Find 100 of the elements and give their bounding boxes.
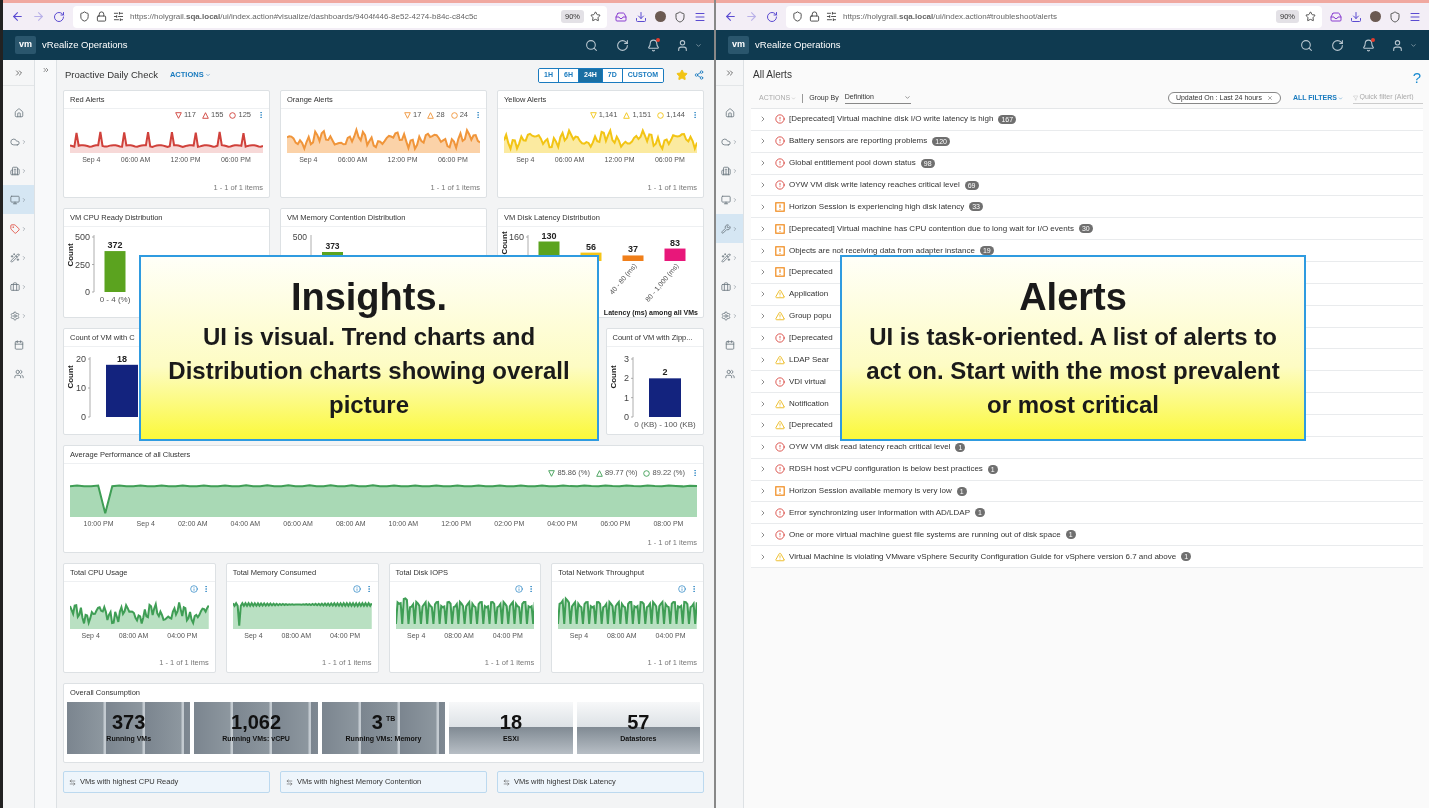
expand-chevron-icon[interactable] [759, 137, 767, 146]
more-options-icon[interactable] [691, 469, 699, 477]
menu-icon[interactable] [1409, 10, 1421, 23]
forward-icon[interactable] [32, 10, 45, 23]
expand-chevron-icon[interactable] [759, 312, 767, 321]
bookmark-star-icon[interactable] [590, 11, 601, 22]
permissions-icon [113, 11, 124, 22]
expand-chevron-icon[interactable] [759, 552, 767, 561]
caret-icon[interactable] [1410, 41, 1417, 49]
refresh-icon[interactable] [1331, 38, 1344, 52]
expand-chevron-icon[interactable] [759, 268, 767, 277]
bookmark-star-icon[interactable] [1305, 11, 1316, 22]
download-icon[interactable] [1350, 10, 1362, 23]
inbox-icon[interactable] [615, 10, 627, 23]
expand-chevron-icon[interactable] [759, 421, 767, 430]
expand-icon[interactable] [13, 67, 24, 78]
remove-icon[interactable] [1266, 95, 1273, 101]
expand-icon[interactable] [41, 66, 50, 74]
logo[interactable]: vm [15, 36, 36, 54]
axis-tick-label: 250 [74, 259, 90, 270]
bell-icon[interactable] [1362, 38, 1375, 52]
callout-text: UI is visual. Trend charts and Distribution charts showing overall picture [167, 322, 571, 420]
expand-chevron-icon[interactable] [759, 465, 767, 474]
expand-chevron-icon[interactable] [759, 399, 767, 408]
critical-alert-icon [775, 136, 785, 147]
immediate-alert-icon [775, 201, 785, 212]
avatar-icon[interactable] [655, 11, 666, 22]
avatar-icon[interactable] [1370, 11, 1381, 22]
max-marker-icon [623, 111, 631, 119]
search-icon[interactable] [585, 38, 598, 52]
extension-icon[interactable] [674, 10, 686, 23]
more-options-icon[interactable] [257, 111, 265, 119]
bar-value-label: 372 [107, 240, 123, 251]
expand-chevron-icon[interactable] [759, 508, 767, 517]
share-icon[interactable] [694, 70, 704, 80]
chevron-icon [21, 225, 27, 232]
nav-item[interactable] [716, 214, 743, 243]
info-icon[interactable] [678, 585, 686, 593]
critical-alert-icon [775, 529, 785, 540]
max-marker-icon [427, 111, 435, 119]
expand-chevron-icon[interactable] [759, 224, 767, 233]
url-text: https://holygrail.sqa.local/ui/index.action#visualize/dashboards/9404f446-8e52-4274-b84c-c84c5c [130, 10, 479, 23]
favorite-star-icon[interactable] [676, 69, 688, 81]
back-icon[interactable] [11, 10, 24, 23]
alert-title: [Deprecated] Virtual machine disk I/O write latency is high [789, 113, 994, 126]
min-marker-icon [175, 111, 182, 119]
expand-chevron-icon[interactable] [759, 290, 767, 299]
info-icon[interactable] [352, 585, 361, 593]
user-icon[interactable] [1391, 38, 1404, 52]
user-icon[interactable] [676, 38, 689, 52]
critical-alert-icon [775, 180, 785, 190]
forward-icon[interactable] [745, 10, 758, 23]
expand-chevron-icon[interactable] [759, 487, 767, 496]
warning-alert-icon [775, 289, 785, 300]
nav-item[interactable] [3, 185, 34, 214]
min-marker-icon [548, 469, 556, 477]
bar[interactable] [648, 378, 681, 417]
info-icon[interactable] [515, 585, 524, 593]
back-icon[interactable] [724, 10, 737, 23]
bell-icon[interactable] [647, 38, 660, 52]
expand-chevron-icon[interactable] [759, 530, 767, 539]
immediate-alert-icon [775, 245, 785, 256]
caret-icon [791, 95, 797, 101]
menu-icon[interactable] [694, 10, 706, 23]
expand-chevron-icon[interactable] [759, 181, 767, 189]
more-options-icon[interactable] [474, 111, 482, 119]
reload-icon[interactable] [766, 10, 778, 23]
inbox-icon[interactable] [1330, 10, 1342, 23]
chevron-icon [732, 196, 738, 203]
reload-icon[interactable] [53, 10, 65, 23]
alert-title: Application [789, 288, 829, 301]
search-icon[interactable] [1300, 38, 1313, 52]
expand-chevron-icon[interactable] [759, 334, 767, 342]
info-icon[interactable] [189, 585, 198, 593]
chevron-icon [732, 312, 738, 319]
stat-value: 1,062 [231, 711, 282, 732]
expand-chevron-icon[interactable] [759, 246, 767, 255]
help-link[interactable]: ? [1412, 66, 1421, 90]
alert-title: Horizon Session is experiencing high disk latency [789, 200, 965, 213]
expand-chevron-icon[interactable] [759, 115, 767, 124]
extension-icon[interactable] [1389, 10, 1401, 23]
alert-title: Error synchronizing user information with AD/LDAP [789, 506, 970, 519]
expand-icon[interactable] [724, 67, 735, 78]
axis-tick-label: 0 [81, 412, 86, 422]
chevron-icon [732, 283, 738, 290]
alert-title: [Deprecated [789, 419, 833, 432]
more-options-icon[interactable] [691, 111, 699, 119]
expand-chevron-icon[interactable] [759, 202, 767, 211]
expand-chevron-icon[interactable] [759, 355, 767, 364]
alert-title: Horizon Session available memory is very low [789, 485, 952, 498]
more-options-icon[interactable] [690, 585, 698, 593]
expand-chevron-icon[interactable] [759, 159, 767, 168]
chevron-icon [21, 254, 27, 261]
download-icon[interactable] [635, 10, 647, 23]
home-icon [13, 107, 24, 118]
refresh-icon[interactable] [616, 38, 629, 52]
expand-chevron-icon[interactable] [759, 443, 767, 452]
caret-icon[interactable] [695, 41, 702, 49]
expand-chevron-icon[interactable] [759, 377, 767, 386]
logo[interactable]: vm [728, 36, 749, 54]
